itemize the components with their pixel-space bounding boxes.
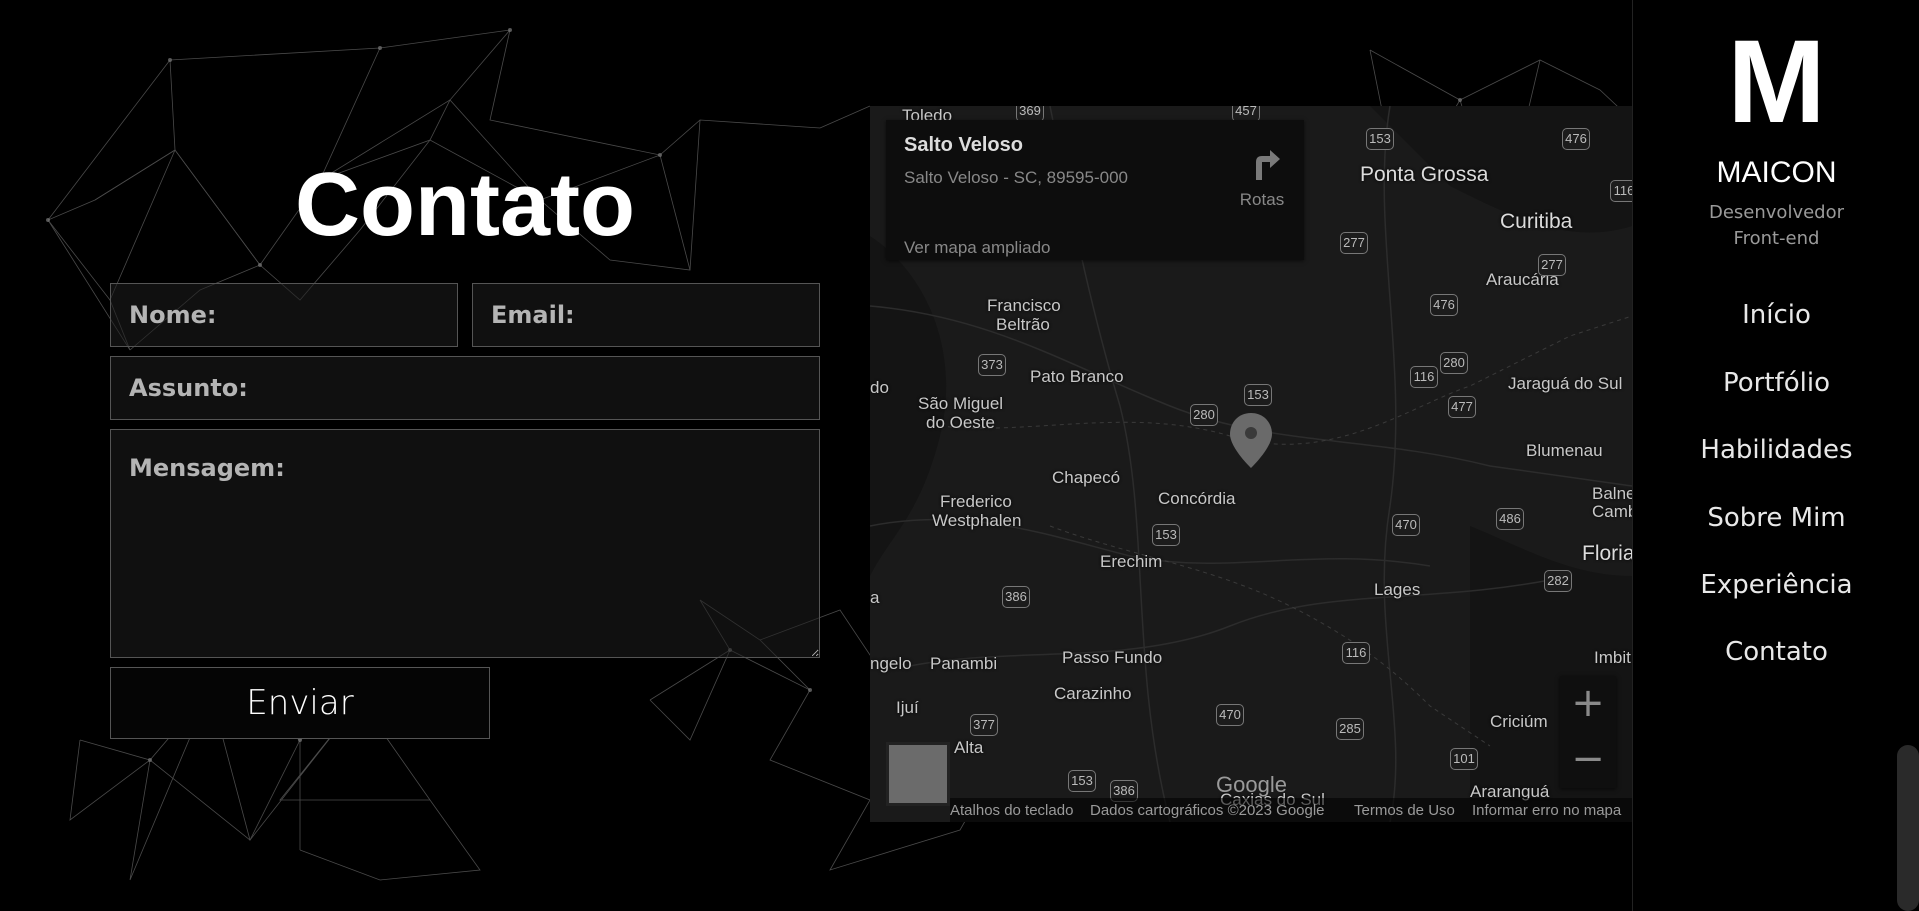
highway-shield: 101 (1450, 748, 1478, 770)
map-label: Camb (1592, 502, 1632, 521)
directions-button[interactable]: Rotas (1222, 140, 1302, 210)
map-label: Panambi (930, 654, 998, 673)
logo-name: MAICON (1716, 156, 1837, 189)
email-input[interactable] (472, 283, 820, 347)
directions-arrow-icon (1256, 150, 1280, 180)
map-label: Concórdia (1158, 489, 1236, 508)
map-label: Curitiba (1500, 210, 1573, 233)
map-label: Frederico (940, 492, 1012, 511)
map-label: Erechim (1100, 552, 1163, 571)
map-label: Balne (1592, 484, 1632, 503)
map-label: Blumenau (1526, 441, 1603, 460)
map-label: Jaraguá do Sul (1508, 374, 1623, 393)
logo-mark[interactable]: M (1633, 22, 1919, 142)
nav-item-sobre-mim[interactable]: Sobre Mim (1633, 503, 1919, 533)
map-label: a (870, 588, 880, 607)
map-type-thumbnail[interactable] (886, 742, 950, 806)
highway-shield: 486 (1496, 508, 1524, 530)
highway-shield: 377 (970, 714, 998, 736)
role-line: Front-end (1733, 228, 1820, 249)
report-error-link[interactable]: Informar erro no mapa (1472, 802, 1621, 819)
map-label: Beltrão (996, 315, 1050, 334)
highway-shield: 386 (1002, 586, 1030, 608)
highway-shield: 285 (1336, 718, 1364, 740)
role-line: Desenvolvedor (1708, 202, 1845, 223)
place-title: Salto Veloso (904, 134, 1023, 156)
nav-item-portfolio[interactable]: Portfólio (1633, 368, 1919, 398)
map-label: Pato Branco (1030, 367, 1124, 386)
highway-shield: 153 (1244, 384, 1272, 406)
map-embed[interactable]: Toledo Ponta Grossa Curitiba Araucária F… (870, 106, 1632, 822)
map-label: do Oeste (926, 413, 995, 432)
logo-role: Desenvolvedor Front-end (1633, 200, 1919, 252)
highway-shield: 477 (1448, 396, 1476, 418)
highway-shield: 277 (1340, 232, 1368, 254)
message-textarea[interactable] (110, 429, 820, 658)
page-scrollbar[interactable] (1897, 745, 1919, 911)
highway-shield: 280 (1440, 352, 1468, 374)
name-input[interactable] (110, 283, 458, 347)
place-address: Salto Veloso - SC, 89595-000 (904, 168, 1128, 187)
google-logo: Google (1216, 772, 1287, 797)
page-title: Contato (295, 155, 635, 255)
zoom-out-button[interactable]: − (1560, 732, 1616, 788)
map-footer: Atalhos do teclado Dados cartográficos ©… (950, 798, 1632, 822)
map-label: ngelo (870, 654, 912, 673)
nav-item-inicio[interactable]: Início (1633, 300, 1919, 330)
zoom-in-button[interactable]: + (1560, 676, 1616, 732)
send-button[interactable]: Enviar (110, 667, 490, 739)
map-label: Alta (954, 738, 984, 757)
subject-input[interactable] (110, 356, 820, 420)
highway-shield: 373 (978, 354, 1006, 376)
highway-shield: 470 (1392, 514, 1420, 536)
map-label: Passo Fundo (1062, 648, 1163, 667)
map-label: Ijuí (896, 698, 919, 717)
map-data-attribution[interactable]: Dados cartográficos ©2023 Google (1090, 802, 1325, 819)
highway-shield: 476 (1562, 128, 1590, 150)
map-label: São Miguel (918, 394, 1004, 413)
highway-shield: 280 (1190, 404, 1218, 426)
map-label: Criciúm (1490, 712, 1548, 731)
map-label: Chapecó (1052, 468, 1121, 487)
map-label: Carazinho (1054, 684, 1132, 703)
keyboard-shortcuts-link[interactable]: Atalhos do teclado (950, 802, 1073, 819)
highway-shield: 116 (1410, 366, 1438, 388)
highway-shield: 116 (1342, 642, 1370, 664)
highway-shield: 277 (1538, 254, 1566, 276)
place-info-card: Salto Veloso Salto Veloso - SC, 89595-00… (886, 120, 1304, 260)
map-label: Lages (1374, 580, 1421, 599)
highway-shield: 153 (1152, 524, 1180, 546)
highway-shield: 476 (1430, 294, 1458, 316)
map-label: do (870, 378, 889, 397)
view-larger-map-link[interactable]: Ver mapa ampliado (904, 238, 1050, 258)
zoom-control: + − (1560, 676, 1616, 788)
map-label: Westphalen (932, 511, 1022, 530)
sidebar: M MAICON Desenvolvedor Front-end Início … (1632, 0, 1919, 911)
directions-label: Rotas (1239, 190, 1285, 209)
terms-link[interactable]: Termos de Uso (1354, 802, 1455, 819)
highway-shield: 153 (1366, 128, 1394, 150)
map-label: Ponta Grossa (1360, 163, 1489, 186)
highway-shield: 153 (1068, 770, 1096, 792)
highway-shield: 282 (1544, 570, 1572, 592)
nav-item-habilidades[interactable]: Habilidades (1633, 435, 1919, 465)
highway-shield: 116 (1610, 180, 1632, 202)
map-label: Imbit (1594, 648, 1631, 667)
map-label: Francisco (987, 296, 1061, 315)
highway-shield: 470 (1216, 704, 1244, 726)
nav-item-contato[interactable]: Contato (1633, 637, 1919, 667)
map-label: Floria (1582, 542, 1632, 565)
nav-item-experiencia[interactable]: Experiência (1633, 570, 1919, 600)
